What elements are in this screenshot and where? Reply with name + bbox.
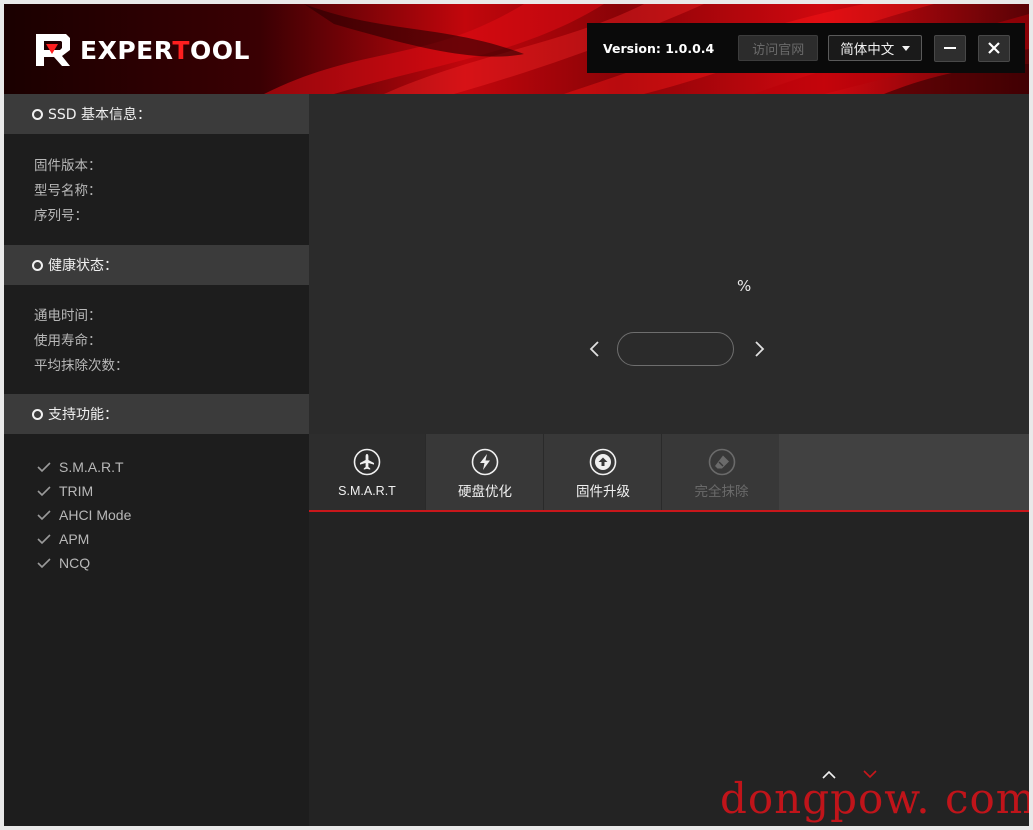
check-icon (37, 558, 51, 569)
chevron-right-icon[interactable] (751, 340, 767, 358)
bullet-circle-icon (32, 408, 43, 420)
minimize-icon (944, 47, 957, 49)
app-window: EXPERTOOL Version: 1.0.0.4 访问官网 简体中文 SSD… (4, 4, 1029, 826)
power-on-time-label: 通电时间： (34, 308, 102, 324)
supported-features-title: 支持功能： (48, 407, 118, 423)
check-icon (37, 534, 51, 545)
bullet-circle-icon (32, 108, 43, 120)
feature-label: APM (59, 531, 90, 547)
language-select[interactable]: 简体中文 (828, 35, 923, 61)
tab-smart[interactable]: S.M.A.R.T (309, 434, 426, 510)
version-label: Version: 1.0.0.4 (603, 40, 715, 56)
airplane-icon (353, 448, 381, 476)
tab-secure-erase[interactable]: 完全抹除 (663, 434, 780, 510)
feature-item: TRIM (37, 483, 93, 499)
feature-item: NCQ (37, 555, 90, 571)
main-panel: % S.M.A.R.T 硬盘优化 固件升级 完全抹除 (309, 94, 1029, 826)
sidebar: SSD 基本信息： 固件版本： 型号名称： 序列号： 健康状态： 通电时间： 使… (4, 94, 309, 826)
feature-label: TRIM (59, 483, 94, 499)
supported-features-header: 支持功能： (4, 394, 309, 434)
feature-tabs: S.M.A.R.T 硬盘优化 固件升级 完全抹除 (309, 434, 1029, 512)
upload-arrow-icon (589, 448, 617, 476)
minimize-button[interactable] (934, 34, 967, 62)
bullet-circle-icon (32, 259, 43, 271)
tabs-filler (779, 434, 1029, 510)
feature-label: S.M.A.R.T (59, 459, 124, 475)
tab-smart-label: S.M.A.R.T (338, 484, 396, 498)
eraser-icon (708, 448, 735, 476)
feature-item: APM (37, 531, 89, 547)
visit-website-label: 访问官网 (752, 42, 805, 58)
check-icon (37, 462, 51, 473)
firmware-version-label: 固件版本： (34, 158, 102, 174)
health-status-title: 健康状态： (48, 258, 118, 274)
ssd-info-title: SSD 基本信息： (48, 107, 152, 123)
visit-website-button[interactable]: 访问官网 (738, 35, 819, 61)
lightning-icon (471, 448, 499, 476)
close-icon (988, 42, 1001, 54)
tab-disk-optimize[interactable]: 硬盘优化 (427, 434, 544, 510)
feature-label: AHCI Mode (59, 507, 132, 523)
health-display-area: % (309, 94, 1029, 434)
tab-firmware-upgrade[interactable]: 固件升级 (545, 434, 662, 510)
language-select-value: 简体中文 (840, 42, 895, 58)
close-button[interactable] (978, 34, 1011, 62)
model-name-label: 型号名称： (34, 183, 102, 199)
logo-mark-icon (36, 34, 70, 66)
ssd-info-header: SSD 基本信息： (4, 94, 309, 134)
caret-down-icon (902, 45, 911, 51)
feature-item: AHCI Mode (37, 507, 131, 523)
chevron-left-icon[interactable] (587, 340, 603, 358)
health-status-header: 健康状态： (4, 245, 309, 285)
title-toolbar: Version: 1.0.0.4 访问官网 简体中文 (587, 23, 1025, 73)
disk-selector[interactable] (617, 332, 734, 366)
header-banner: EXPERTOOL Version: 1.0.0.4 访问官网 简体中文 (4, 4, 1029, 94)
expertool-logo: EXPERTOOL (32, 28, 250, 72)
health-percent-unit: % (737, 277, 752, 295)
watermark-text: dongpow. com (720, 774, 1029, 823)
tab-disk-optimize-label: 硬盘优化 (458, 484, 512, 500)
lifespan-label: 使用寿命： (34, 333, 102, 349)
check-icon (37, 510, 51, 521)
feature-label: NCQ (59, 555, 91, 571)
tab-secure-erase-label: 完全抹除 (694, 484, 749, 500)
feature-item: S.M.A.R.T (37, 459, 124, 475)
tab-firmware-upgrade-label: 固件升级 (576, 484, 630, 500)
serial-number-label: 序列号： (34, 208, 88, 224)
average-erase-count-label: 平均抹除次数： (34, 358, 129, 374)
check-icon (37, 486, 51, 497)
logo-wordmark: EXPERTOOL (80, 35, 250, 65)
